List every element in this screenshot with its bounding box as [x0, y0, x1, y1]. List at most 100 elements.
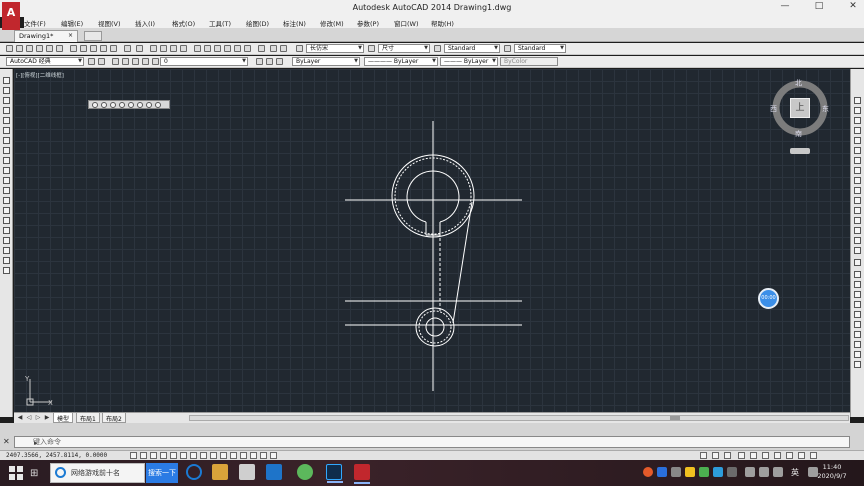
quick-properties-icon[interactable] [250, 452, 257, 459]
customize-icon[interactable] [98, 58, 105, 65]
redo-icon[interactable] [136, 45, 143, 52]
store-icon[interactable] [239, 464, 255, 480]
workspace-switching-icon[interactable] [762, 452, 769, 459]
file-explorer-icon[interactable] [212, 464, 228, 480]
autocad-logo-icon[interactable]: A [2, 2, 20, 30]
break-icon[interactable] [854, 217, 861, 224]
prev-layout-icon[interactable]: ◁ [25, 414, 33, 422]
dim-style-icon[interactable] [368, 45, 375, 52]
save-icon[interactable] [26, 45, 33, 52]
snap-mode-icon[interactable] [140, 452, 147, 459]
lineweight-combo[interactable]: ——— ByLayer ▼ [440, 57, 498, 66]
hatch-icon[interactable] [3, 217, 10, 224]
object-snap-icon[interactable] [180, 452, 187, 459]
quickcalc-icon[interactable] [244, 45, 251, 52]
layer-previous-icon[interactable] [266, 58, 273, 65]
mail-icon[interactable] [266, 464, 282, 480]
preview-icon[interactable] [46, 45, 53, 52]
design-center-icon[interactable] [204, 45, 211, 52]
ortho-mode-icon[interactable] [160, 452, 167, 459]
layer-combo[interactable]: 0 ▼ [160, 57, 248, 66]
tray-qq-icon[interactable] [713, 467, 723, 477]
scrollbar-thumb[interactable] [670, 416, 680, 420]
publish-icon[interactable] [56, 45, 63, 52]
make-block-icon[interactable] [3, 197, 10, 204]
multileader-style-icon[interactable] [504, 45, 511, 52]
table-style-icon[interactable] [434, 45, 441, 52]
hardware-acceleration-icon[interactable] [786, 452, 793, 459]
circle-icon[interactable] [3, 137, 10, 144]
cursor-coordinates[interactable]: 2407.3566, 2457.8114, 0.0000 [6, 452, 107, 459]
trim-icon[interactable] [854, 187, 861, 194]
tab-close-icon[interactable]: × [68, 32, 73, 39]
explode-icon[interactable] [854, 259, 861, 266]
erase-icon[interactable] [854, 97, 861, 104]
layer-states-icon[interactable] [280, 45, 287, 52]
close-command-line-icon[interactable]: ✕ [3, 437, 10, 446]
gradient-icon[interactable] [3, 227, 10, 234]
layer-color-icon[interactable] [152, 58, 159, 65]
construction-line-icon[interactable] [3, 87, 10, 94]
table-icon[interactable] [3, 247, 10, 254]
next-layout-icon[interactable]: ▷ [34, 414, 42, 422]
dim-style-combo[interactable]: 尺寸 ▼ [378, 44, 430, 53]
tab-model[interactable]: 模型 [53, 413, 74, 423]
viewcube-east[interactable]: 东 [822, 104, 829, 114]
match-properties-icon[interactable] [100, 45, 107, 52]
add-selected-icon[interactable] [3, 267, 10, 274]
viewcube-top-face[interactable]: 上 [790, 98, 810, 118]
properties-icon[interactable] [194, 45, 201, 52]
tolerance-icon[interactable] [854, 351, 861, 358]
help-icon[interactable] [258, 45, 265, 52]
layer-match-icon[interactable] [276, 58, 283, 65]
menu-file[interactable]: 文件(F) [24, 17, 61, 28]
quick-view-drawings-icon[interactable] [724, 452, 731, 459]
menu-draw[interactable]: 绘图(D) [246, 17, 283, 28]
viewcube-south[interactable]: 南 [795, 129, 802, 139]
markup-icon[interactable] [234, 45, 241, 52]
copy-object-icon[interactable] [854, 107, 861, 114]
windows-start-icon[interactable] [8, 465, 24, 481]
drawing-canvas[interactable]: Y X [14, 69, 850, 412]
3d-object-snap-icon[interactable] [190, 452, 197, 459]
first-layout-icon[interactable]: ◀ [16, 414, 24, 422]
chamfer-icon[interactable] [854, 237, 861, 244]
insert-block-icon[interactable] [3, 187, 10, 194]
center-mark-icon[interactable] [854, 361, 861, 368]
clean-screen-icon[interactable] [810, 452, 817, 459]
text-style-icon[interactable] [296, 45, 303, 52]
block-editor-icon[interactable] [110, 45, 117, 52]
menu-window[interactable]: 窗口(W) [394, 17, 431, 28]
recording-indicator[interactable]: 00:00 [758, 288, 779, 309]
workspace-settings-icon[interactable] [88, 58, 95, 65]
last-layout-icon[interactable]: ▶ [43, 414, 51, 422]
viewcube-north[interactable]: 北 [795, 78, 802, 88]
battery-icon[interactable] [773, 467, 783, 477]
tray-app-icon[interactable] [643, 467, 653, 477]
point-icon[interactable] [3, 207, 10, 214]
horizontal-scrollbar[interactable] [189, 415, 849, 421]
model-space-icon[interactable] [700, 452, 707, 459]
print-icon[interactable] [36, 45, 43, 52]
workspace-combo[interactable]: AutoCAD 经典 ▼ [6, 57, 84, 66]
green-app-icon[interactable] [297, 464, 313, 480]
menu-format[interactable]: 格式(O) [172, 17, 209, 28]
annotation-scale-icon[interactable] [738, 452, 745, 459]
command-input[interactable]: ▸ 键入命令 [14, 436, 850, 448]
zoom-realtime-icon[interactable] [160, 45, 167, 52]
infer-constraints-icon[interactable] [130, 452, 137, 459]
lock-ui-icon[interactable] [774, 452, 781, 459]
stretch-icon[interactable] [854, 177, 861, 184]
scale-icon[interactable] [854, 167, 861, 174]
tray-wechat-icon[interactable] [699, 467, 709, 477]
tab-layout1[interactable]: 布局1 [76, 413, 100, 423]
dim-baseline-icon[interactable] [854, 331, 861, 338]
maximize-button[interactable]: □ [812, 1, 826, 11]
new-file-icon[interactable] [6, 45, 13, 52]
input-language-indicator[interactable]: 英 [791, 467, 799, 478]
pan-icon[interactable] [150, 45, 157, 52]
rotate-icon[interactable] [854, 157, 861, 164]
color-combo[interactable]: ByLayer ▼ [292, 57, 360, 66]
layer-freeze-icon[interactable] [132, 58, 139, 65]
close-button[interactable]: ✕ [846, 1, 860, 11]
